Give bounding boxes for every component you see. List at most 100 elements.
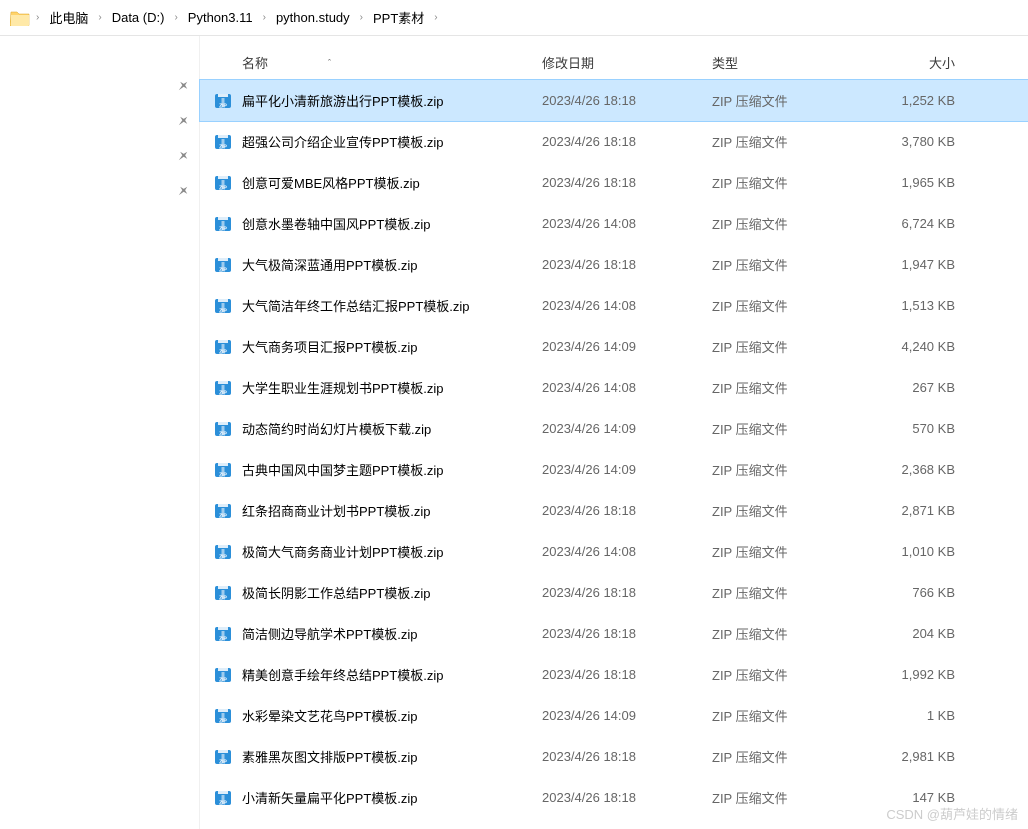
header-date[interactable]: 修改日期 <box>542 53 712 72</box>
file-row[interactable]: ZIP素雅黑灰图文排版PPT模板.zip2023/4/26 18:18ZIP 压… <box>200 736 1028 777</box>
zip-file-icon: ZIP <box>214 338 232 356</box>
file-row[interactable]: ZIP简洁侧边导航学术PPT模板.zip2023/4/26 18:18ZIP 压… <box>200 613 1028 654</box>
pin-icon[interactable] <box>0 80 199 115</box>
zip-file-icon: ZIP <box>214 420 232 438</box>
file-row[interactable]: ZIP创意可爱MBE风格PPT模板.zip2023/4/26 18:18ZIP … <box>200 162 1028 203</box>
file-row[interactable]: ZIP水彩晕染文艺花鸟PPT模板.zip2023/4/26 14:09ZIP 压… <box>200 695 1028 736</box>
file-name: 动态简约时尚幻灯片模板下载.zip <box>242 419 542 438</box>
crumb-0[interactable]: 此电脑 <box>45 6 92 29</box>
file-date: 2023/4/26 18:18 <box>542 93 712 108</box>
file-type: ZIP 压缩文件 <box>712 542 862 561</box>
zip-file-icon: ZIP <box>214 707 232 725</box>
header-name-label: 名称 <box>242 53 268 72</box>
file-row[interactable]: ZIP大气极简深蓝通用PPT模板.zip2023/4/26 18:18ZIP 压… <box>200 244 1028 285</box>
file-row[interactable]: ZIP大气简洁年终工作总结汇报PPT模板.zip2023/4/26 14:08Z… <box>200 285 1028 326</box>
file-row[interactable]: ZIP 红条招商商业计划书PPT模板.zip2023/4/26 18:18ZIP … <box>200 490 1028 531</box>
file-date: 2023/4/26 14:09 <box>542 421 712 436</box>
breadcrumb[interactable]: › 此电脑 › Data (D:) › Python3.11 › python.… <box>0 0 1028 36</box>
file-date: 2023/4/26 14:08 <box>542 216 712 231</box>
header-name[interactable]: 名称 ˆ <box>242 53 542 72</box>
zip-file-icon: ZIP <box>214 502 232 520</box>
file-row[interactable]: ZIP超强公司介绍企业宣传PPT模板.zip2023/4/26 18:18ZIP… <box>200 121 1028 162</box>
chevron-right-icon[interactable]: › <box>98 12 101 23</box>
file-type: ZIP 压缩文件 <box>712 296 862 315</box>
svg-text:ZIP: ZIP <box>219 636 227 642</box>
file-type: ZIP 压缩文件 <box>712 460 862 479</box>
file-date: 2023/4/26 14:09 <box>542 462 712 477</box>
zip-file-icon: ZIP <box>214 789 232 807</box>
file-type: ZIP 压缩文件 <box>712 337 862 356</box>
file-row[interactable]: ZIP 创意水墨卷轴中国风PPT模板.zip2023/4/26 14:08ZIP … <box>200 203 1028 244</box>
file-type: ZIP 压缩文件 <box>712 378 862 397</box>
file-size: 2,368 KB <box>862 462 967 477</box>
file-size: 570 KB <box>862 421 967 436</box>
svg-text:ZIP: ZIP <box>219 759 227 765</box>
svg-text:ZIP: ZIP <box>219 513 227 519</box>
chevron-right-icon[interactable]: › <box>360 12 363 23</box>
file-size: 1,965 KB <box>862 175 967 190</box>
pin-icon[interactable] <box>0 115 199 150</box>
file-row[interactable]: ZIP大学生职业生涯规划书PPT模板.zip2023/4/26 14:08ZIP… <box>200 367 1028 408</box>
file-row[interactable]: ZIP古典中国风中国梦主题PPT模板.zip2023/4/26 14:09ZIP… <box>200 449 1028 490</box>
zip-file-icon: ZIP <box>214 625 232 643</box>
file-size: 2,871 KB <box>862 503 967 518</box>
svg-text:ZIP: ZIP <box>219 144 227 150</box>
file-name: 红条招商商业计划书PPT模板.zip <box>242 501 542 520</box>
chevron-right-icon[interactable]: › <box>174 12 177 23</box>
crumb-3[interactable]: python.study <box>272 8 354 27</box>
file-row[interactable]: ZIP极简长阴影工作总结PPT模板.zip2023/4/26 18:18ZIP … <box>200 572 1028 613</box>
file-date: 2023/4/26 14:08 <box>542 380 712 395</box>
file-size: 1,947 KB <box>862 257 967 272</box>
svg-text:ZIP: ZIP <box>219 472 227 478</box>
file-name: 极简长阴影工作总结PPT模板.zip <box>242 583 542 602</box>
crumb-1[interactable]: Data (D:) <box>108 8 169 27</box>
header-size[interactable]: 大小 <box>862 53 967 72</box>
pin-icon[interactable] <box>0 150 199 185</box>
file-type: ZIP 压缩文件 <box>712 706 862 725</box>
file-name: 创意水墨卷轴中国风PPT模板.zip <box>242 214 542 233</box>
file-type: ZIP 压缩文件 <box>712 419 862 438</box>
file-size: 147 KB <box>862 790 967 805</box>
file-date: 2023/4/26 14:09 <box>542 708 712 723</box>
file-name: 小清新矢量扁平化PPT模板.zip <box>242 788 542 807</box>
file-name: 大气极简深蓝通用PPT模板.zip <box>242 255 542 274</box>
zip-file-icon: ZIP <box>214 215 232 233</box>
file-size: 1,010 KB <box>862 544 967 559</box>
file-row[interactable]: ZIP扁平化小清新旅游出行PPT模板.zip2023/4/26 18:18ZIP… <box>200 80 1028 121</box>
file-row[interactable]: ZIP极简大气商务商业计划PPT模板.zip2023/4/26 14:08ZIP… <box>200 531 1028 572</box>
crumb-4[interactable]: PPT素材 <box>369 6 428 29</box>
svg-text:ZIP: ZIP <box>219 677 227 683</box>
file-name: 大气简洁年终工作总结汇报PPT模板.zip <box>242 296 542 315</box>
file-type: ZIP 压缩文件 <box>712 214 862 233</box>
sort-indicator-icon: ˆ <box>328 58 331 68</box>
file-row[interactable]: ZIP小清新矢量扁平化PPT模板.zip2023/4/26 18:18ZIP 压… <box>200 777 1028 818</box>
svg-text:ZIP: ZIP <box>219 185 227 191</box>
file-size: 3,780 KB <box>862 134 967 149</box>
header-type[interactable]: 类型 <box>712 53 862 72</box>
file-name: 大学生职业生涯规划书PPT模板.zip <box>242 378 542 397</box>
file-size: 2,981 KB <box>862 749 967 764</box>
chevron-right-icon[interactable]: › <box>434 12 437 23</box>
file-row[interactable]: ZIP精美创意手绘年终总结PPT模板.zip2023/4/26 18:18ZIP… <box>200 654 1028 695</box>
file-name: 超强公司介绍企业宣传PPT模板.zip <box>242 132 542 151</box>
file-type: ZIP 压缩文件 <box>712 91 862 110</box>
file-row[interactable]: ZIP 动态简约时尚幻灯片模板下载.zip2023/4/26 14:09ZIP 压… <box>200 408 1028 449</box>
crumb-2[interactable]: Python3.11 <box>184 8 257 27</box>
zip-file-icon: ZIP <box>214 174 232 192</box>
chevron-right-icon[interactable]: › <box>263 12 266 23</box>
file-type: ZIP 压缩文件 <box>712 788 862 807</box>
file-size: 4,240 KB <box>862 339 967 354</box>
column-headers: 名称 ˆ 修改日期 类型 大小 <box>200 46 1028 80</box>
file-date: 2023/4/26 18:18 <box>542 667 712 682</box>
svg-text:ZIP: ZIP <box>219 267 227 273</box>
sidebar <box>0 36 200 829</box>
file-size: 1,992 KB <box>862 667 967 682</box>
file-size: 204 KB <box>862 626 967 641</box>
file-type: ZIP 压缩文件 <box>712 501 862 520</box>
file-name: 扁平化小清新旅游出行PPT模板.zip <box>242 91 542 110</box>
file-size: 267 KB <box>862 380 967 395</box>
file-row[interactable]: ZIP大气商务项目汇报PPT模板.zip2023/4/26 14:09ZIP 压… <box>200 326 1028 367</box>
file-date: 2023/4/26 18:18 <box>542 503 712 518</box>
chevron-right-icon[interactable]: › <box>36 12 39 23</box>
pin-icon[interactable] <box>0 185 199 220</box>
